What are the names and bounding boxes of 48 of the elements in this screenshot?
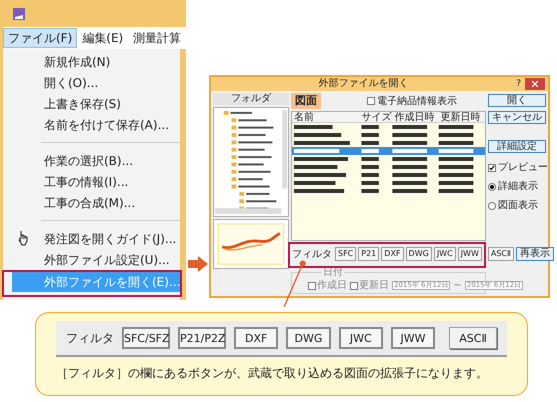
dialog-title: 外部ファイルを開く [318, 79, 410, 89]
ascii-button[interactable]: ASCⅡ [488, 247, 514, 261]
filter-button[interactable]: SFC [335, 247, 356, 261]
menu-item[interactable]: 名前を付けて保存(A)... [3, 114, 180, 135]
filter-button[interactable]: JWW [390, 327, 436, 349]
menu-item[interactable]: 新規作成(N) [3, 51, 180, 72]
dialog-button[interactable]: 開く [488, 94, 546, 107]
filter-button[interactable]: JWC [434, 247, 456, 261]
filter-button[interactable]: DWG [286, 327, 331, 349]
checkbox-label: 作成日 [317, 280, 347, 290]
callout-note: ［フィルタ］の欄にあるボタンが、武蔵で取り込める図面の拡張子になります。 [56, 365, 489, 382]
menu-item[interactable]: 発注図を開くガイド(J)... [3, 228, 180, 249]
checkbox-label: 電子納品情報表示 [377, 94, 457, 108]
checkbox-label: プレビュー [498, 160, 548, 175]
radio-label: 詳細表示 [498, 180, 538, 194]
ascii-button[interactable]: ASCⅡ [449, 327, 497, 349]
filter-button[interactable]: DXF [381, 247, 404, 261]
filter-button[interactable]: P21/P2Z [178, 327, 226, 349]
menu-bar-item[interactable]: 編集(E) [77, 28, 128, 48]
detail-settings-button[interactable]: 詳細設定 [488, 140, 546, 153]
menu-item[interactable]: 開く(O)... [3, 72, 180, 93]
refresh-button[interactable]: 再表示 [516, 247, 554, 261]
menu-item[interactable]: 外部ファイル設定(U)... [3, 249, 180, 270]
column-header[interactable]: サイズ [360, 112, 392, 122]
radio-label: 図面表示 [498, 198, 538, 213]
filter-button[interactable]: DWG [406, 247, 432, 261]
filter-button[interactable]: DXF [234, 327, 278, 349]
menu-bar-item[interactable]: 測量計算 [128, 28, 186, 48]
column-header[interactable]: 更新日時 [438, 112, 485, 122]
menu-item[interactable]: 作業の選択(B)... [3, 150, 180, 171]
menu-bar-item[interactable]: ファイル(F) [3, 28, 78, 48]
dialog-button[interactable]: キャンセル [488, 111, 546, 124]
filter-label: フィルタ [66, 330, 114, 347]
filter-button[interactable]: JWC [338, 327, 383, 349]
help-button[interactable]: ? [516, 80, 521, 88]
column-header[interactable]: 名前 [292, 112, 360, 122]
menu-item[interactable]: 上書き保存(S) [3, 93, 180, 114]
filter-button[interactable]: P21 [358, 247, 380, 261]
checkbox-label: 更新日 [359, 280, 389, 290]
folder-header: フォルダ [213, 93, 289, 105]
range-separator: ~ [453, 280, 462, 290]
drawing-tab[interactable]: 図面 [291, 93, 321, 109]
menu-item[interactable]: 工事の合成(M)... [3, 192, 180, 213]
column-header[interactable]: 作成日時 [392, 112, 439, 122]
menu-item[interactable]: 工事の情報(I)... [3, 171, 180, 192]
filter-button[interactable]: SFC/SFZ [122, 327, 170, 349]
filter-button[interactable]: JWW [458, 247, 482, 261]
filter-label: フィルタ [292, 248, 332, 262]
